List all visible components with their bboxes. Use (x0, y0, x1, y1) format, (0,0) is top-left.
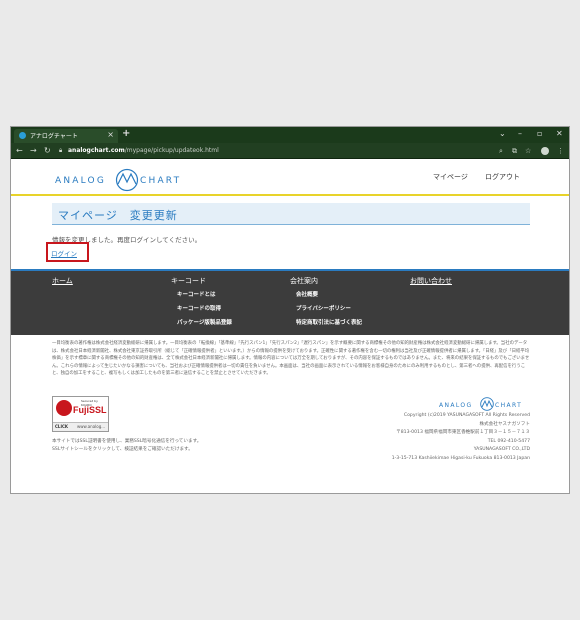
zoom-icon[interactable]: ⌕ (499, 145, 503, 157)
ssl-seal-bottom: CLICK www.analog... (53, 422, 108, 431)
address-bar[interactable]: 🔒︎ analogchart.com/mypage/pickup/updateo… (59, 146, 539, 156)
browser-toolbar: ← → ↻ 🔒︎ analogchart.com/mypage/pickup/u… (11, 143, 569, 159)
ssl-note-line: SSLサイトシールをクリックして、検証結果をご確認いただけます。 (52, 447, 193, 452)
address-line: 〒813-0013 福岡県福岡市東区香椎駅前１丁目３－１５－７１３ (396, 430, 530, 435)
back-icon[interactable]: ← (16, 145, 23, 157)
close-window-icon[interactable]: ✕ (556, 128, 563, 140)
ssl-click-label: CLICK (55, 424, 69, 429)
logo-text-right: CHART (140, 176, 181, 186)
forward-icon[interactable]: → (30, 145, 37, 157)
lock-icon: 🔒︎ (59, 147, 63, 154)
page-title: マイページ 変更更新 (58, 209, 178, 222)
footer-link-package-register[interactable]: パッケージ版製品登録 (177, 318, 232, 326)
address-line: 株式会社ヤスナガソフト (479, 421, 530, 427)
ssl-seal[interactable]: Secured by KUARO FujiSSL CLICK www.analo… (52, 396, 109, 432)
footer-link-keycode-about[interactable]: キーコードとは (177, 290, 216, 298)
minimize-icon[interactable]: – (518, 128, 522, 140)
header-divider (11, 194, 569, 196)
footer-logo-text-right: CHART (495, 402, 522, 409)
footer-logo-text-left: ANALOG (439, 402, 473, 409)
browser-window: アナログチャート × + ⌄ – ▫ ✕ ← → ↻ 🔒︎ analogchar… (10, 126, 570, 494)
url-text: analogchart.com/mypage/pickup/updateok.h… (68, 147, 219, 154)
nav-logout-link[interactable]: ログアウト (485, 172, 520, 182)
footer-link-privacy[interactable]: プライバシーポリシー (296, 304, 351, 312)
footer-home-link[interactable]: ホーム (52, 276, 73, 286)
disclaimer-text: 一目均衡表の著作権は株式会社経済変動総研に帰属します。一目均衡表の「転換線」「基… (52, 341, 530, 376)
new-tab-icon[interactable]: + (122, 128, 130, 140)
footer-logo-wave-icon (481, 399, 493, 408)
login-link[interactable]: ログイン (51, 248, 77, 258)
nav-mypage-link[interactable]: マイページ (433, 172, 468, 182)
ssl-note-line: 本サイトではSSL証明書を使用し、業務SSL暗号化通信を行っています。 (52, 439, 202, 444)
tab-search-icon[interactable]: ⌄ (499, 128, 506, 140)
web-page: ANALOG CHART マイページ ログアウト マイページ 変更更新 情報を変… (11, 160, 569, 493)
footer-contact-link[interactable]: お問い合わせ (410, 276, 452, 286)
footer-keycode-heading: キーコード (171, 277, 206, 285)
logo-wave-icon (117, 172, 137, 185)
profile-avatar[interactable] (541, 147, 549, 155)
address-line: Copyright (c)2019 YASUNAGASOFT All Right… (403, 413, 530, 418)
footer-link-commerce-law[interactable]: 特定商取引法に基づく表記 (296, 318, 362, 326)
logo-text-left: ANALOG (55, 176, 106, 186)
favicon-icon (19, 132, 26, 139)
maximize-icon[interactable]: ▫ (537, 128, 542, 140)
ssl-note: 本サイトではSSL証明書を使用し、業務SSL暗号化通信を行っています。 SSLサ… (52, 438, 201, 454)
tab-title: アナログチャート (30, 133, 78, 140)
address-line: 1-3-15-713 Kashiiekimae Higasi-ku Fukuok… (391, 455, 530, 461)
footer-link-company-profile[interactable]: 会社概要 (296, 290, 318, 298)
address-line: YASUNAGASOFT CO.,LTD (473, 447, 530, 452)
ssl-emblem-icon (56, 400, 72, 416)
page-title-bar: マイページ 変更更新 (52, 203, 530, 225)
ssl-www-label: www.analog... (77, 424, 106, 429)
address-line: TEL 092-410-5477 (487, 438, 530, 444)
tab-close-icon[interactable]: × (107, 130, 114, 140)
share-icon[interactable]: ⧉ (512, 145, 517, 157)
tab-strip: アナログチャート × + ⌄ – ▫ ✕ (11, 127, 569, 143)
footer-company-heading: 会社案内 (290, 277, 318, 285)
analogchart-logo[interactable]: ANALOG CHART (55, 168, 187, 192)
ssl-brand: FujiSSL (73, 405, 107, 415)
reload-icon[interactable]: ↻ (44, 145, 51, 157)
company-address: Copyright (c)2019 YASUNAGASOFT All Right… (392, 412, 530, 463)
footer-nav: ホーム キーコード キーコードとは キーコードの取得 パッケージ版製品登録 会社… (11, 271, 569, 335)
footer-link-keycode-get[interactable]: キーコードの取得 (177, 304, 221, 312)
menu-dots-icon[interactable]: ⋮ (557, 145, 564, 157)
footer-logo: ANALOG CHART (439, 397, 522, 411)
footer-logo-circle-icon (480, 397, 494, 411)
browser-tab[interactable]: アナログチャート × (14, 129, 118, 143)
bookmark-star-icon[interactable]: ☆ (525, 145, 531, 157)
